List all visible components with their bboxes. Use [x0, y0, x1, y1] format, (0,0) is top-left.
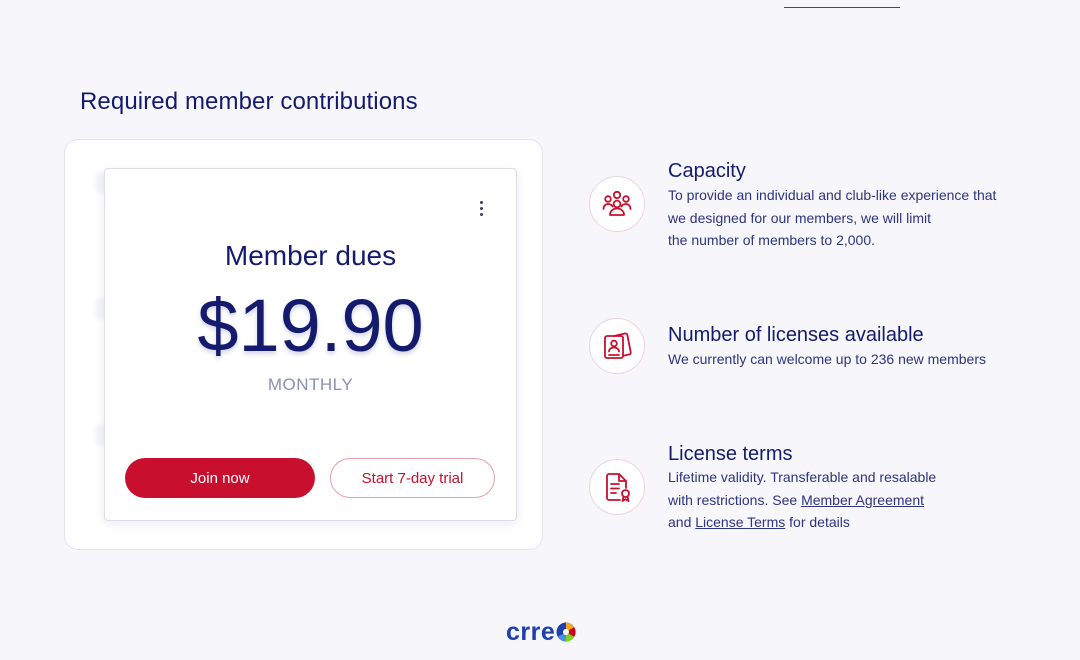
color-wheel-logo-icon — [556, 622, 576, 642]
feature-description-licenses: We currently can welcome up to 236 new m… — [668, 348, 986, 371]
feature-line: Lifetime validity. Transferable and resa… — [668, 469, 937, 485]
feature-line: we designed for our members, we will lim… — [668, 209, 931, 226]
people-group-icon — [589, 176, 645, 232]
feature-description-capacity: To provide an individual and club-like e… — [668, 184, 996, 252]
feature-title-capacity: Capacity — [668, 160, 746, 182]
plan-price: $19.90 — [197, 284, 424, 367]
feature-line: and License Terms for details — [668, 511, 936, 534]
feature-line: We currently can welcome up to 236 new m… — [668, 351, 986, 367]
member-agreement-link[interactable]: Member Agreement — [801, 492, 924, 508]
feature-description-license-terms: Lifetime validity. Transferable and resa… — [668, 466, 936, 534]
start-trial-button[interactable]: Start 7-day trial — [330, 458, 495, 498]
plan-period: MONTHLY — [267, 375, 354, 394]
footer-logo[interactable]: crre — [506, 618, 576, 646]
plan-label: Member dues — [224, 240, 397, 271]
text-segment: for details — [785, 514, 850, 530]
feature-line: To provide an individual and club-like e… — [668, 187, 997, 203]
feature-line: with restrictions. See Member Agreement — [668, 489, 936, 512]
join-now-button[interactable]: Join now — [125, 458, 315, 498]
feature-title-licenses: Number of licenses available — [668, 324, 924, 346]
section-title: Required member contributions — [80, 88, 418, 115]
document-certificate-icon — [589, 459, 645, 515]
feature-title-license-terms: License terms — [668, 443, 793, 465]
license-terms-link[interactable]: License Terms — [695, 514, 785, 530]
top-link-underline[interactable] — [784, 0, 900, 8]
logo-wordmark: crre — [506, 618, 556, 646]
more-vertical-icon[interactable] — [471, 196, 491, 220]
text-segment: and — [668, 514, 696, 530]
feature-line: the number of members to 2,000. — [668, 232, 875, 248]
text-segment: with restrictions. See — [668, 491, 802, 508]
license-card-icon — [589, 318, 645, 374]
